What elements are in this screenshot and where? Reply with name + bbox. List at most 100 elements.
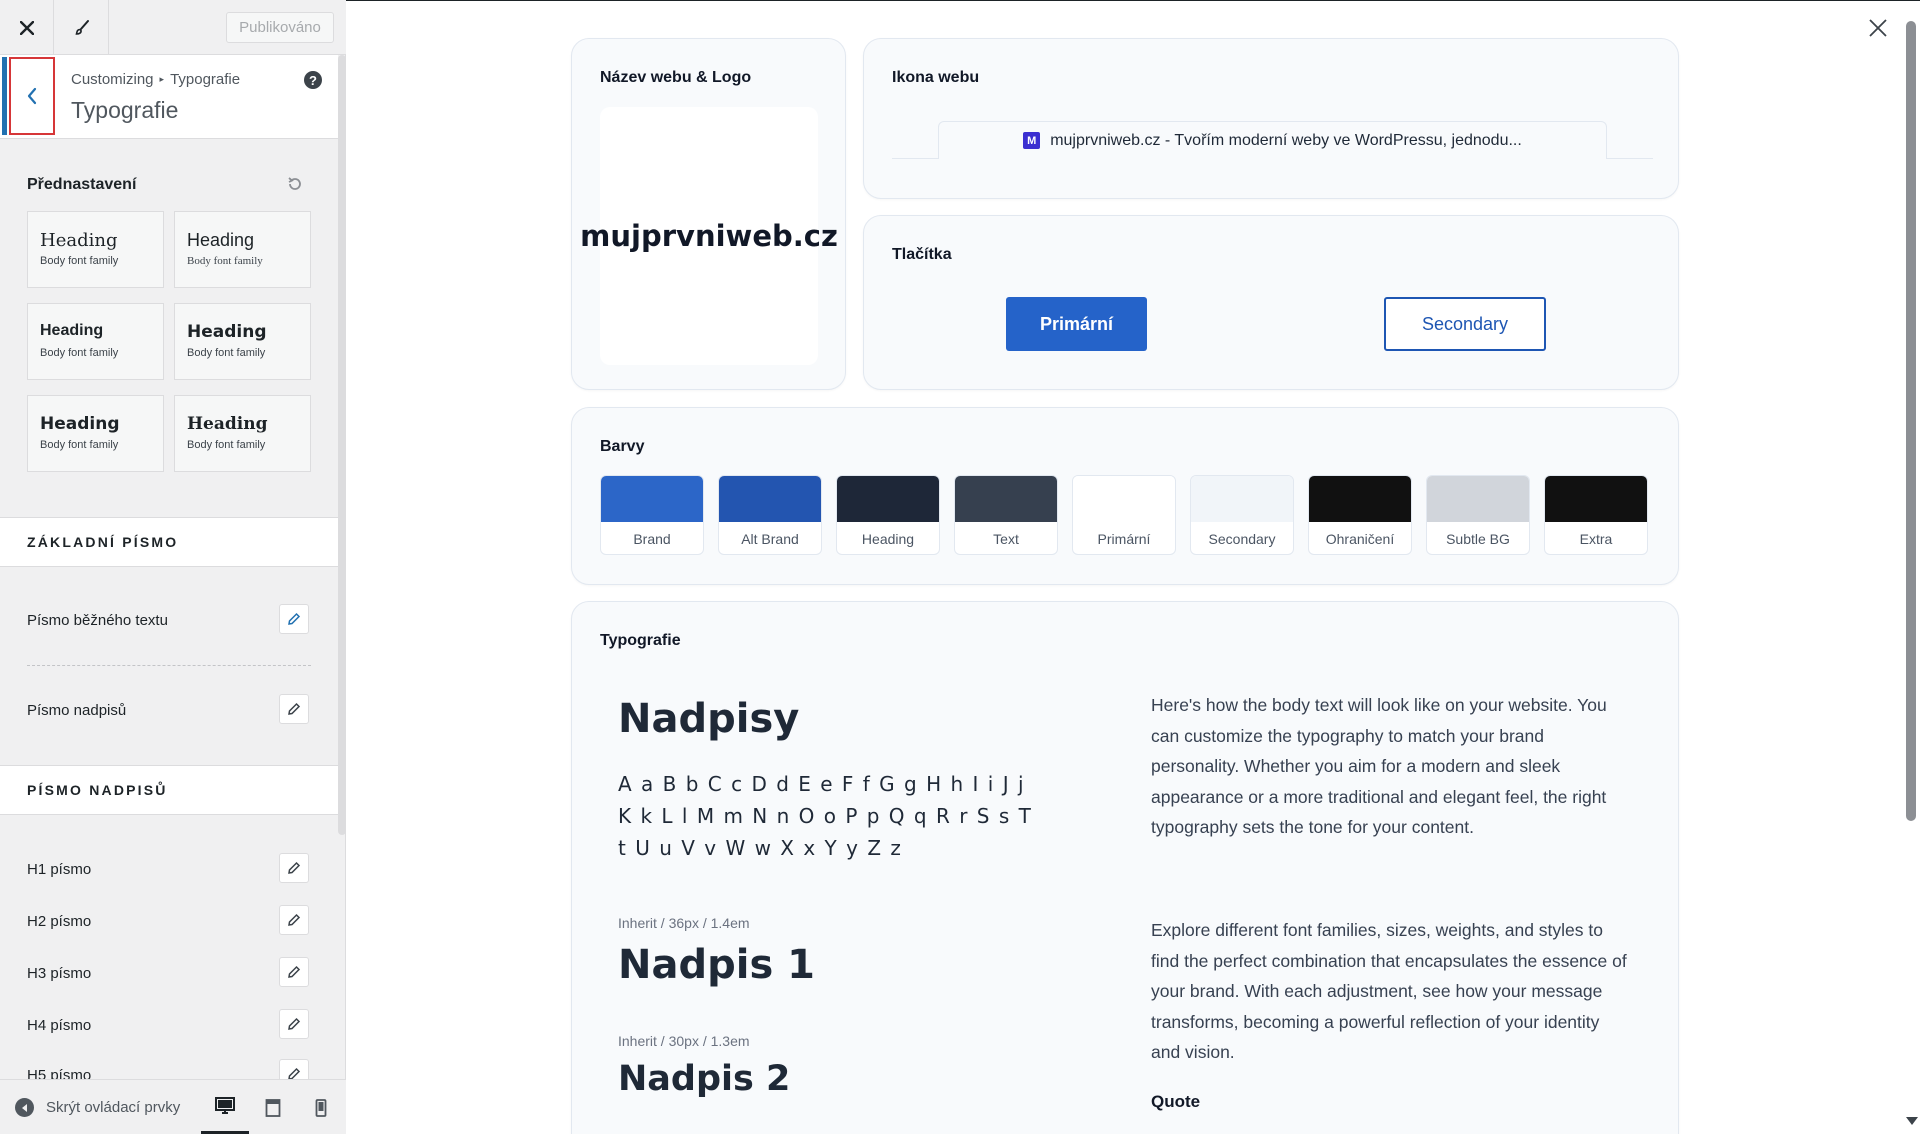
- pencil-icon: [288, 702, 301, 715]
- section-title: Typografie: [71, 97, 179, 123]
- breadcrumb-parent: Customizing: [71, 71, 154, 88]
- primary-button-sample[interactable]: Primární: [1006, 297, 1147, 351]
- heading-font-group-title: PÍSMO NADPISŮ: [0, 765, 338, 815]
- color-swatch-alt-brand[interactable]: Alt Brand: [718, 475, 822, 555]
- presets-title: Přednastavení: [27, 176, 137, 193]
- hide-controls-label[interactable]: Skrýt ovládací prvky: [46, 1099, 180, 1116]
- pencil-icon: [288, 1017, 301, 1030]
- preset-card[interactable]: Heading Body font family: [27, 303, 164, 380]
- color-swatch-border[interactable]: Ohraničení: [1308, 475, 1412, 555]
- tablet-preview-button[interactable]: [249, 1080, 297, 1134]
- typography-card-title: Typografie: [600, 632, 681, 649]
- site-logo: mujprvniweb.cz: [580, 107, 838, 365]
- color-swatch-subtle-bg[interactable]: Subtle BG: [1426, 475, 1530, 555]
- pencil-icon: [288, 1067, 301, 1079]
- h1-meta: Inherit / 36px / 1.4em: [618, 915, 750, 931]
- divider: [27, 665, 311, 666]
- h1-sample: Nadpis 1: [618, 942, 816, 988]
- reset-icon[interactable]: [286, 175, 304, 193]
- preset-card[interactable]: Heading Body font family: [174, 211, 311, 288]
- preview-scrollbar[interactable]: [1906, 21, 1916, 821]
- secondary-button-sample[interactable]: Secondary: [1384, 297, 1546, 351]
- preset-body: Body font family: [40, 255, 119, 267]
- color-swatch-text[interactable]: Text: [954, 475, 1058, 555]
- preset-heading: Heading: [40, 322, 104, 339]
- preset-card[interactable]: Heading Body font family: [174, 303, 311, 380]
- desktop-preview-button[interactable]: [201, 1080, 249, 1134]
- mobile-icon: [315, 1098, 327, 1117]
- customize-brush-button[interactable]: [55, 0, 109, 55]
- pencil-icon: [288, 965, 301, 978]
- edit-h4-font-button[interactable]: [279, 1009, 309, 1039]
- breadcrumb-current: Typografie: [170, 71, 241, 88]
- tab-baseline: [1607, 158, 1653, 159]
- site-icon-card: Ikona webu M mujprvniweb.cz - Tvořím mod…: [863, 38, 1679, 199]
- edit-h1-font-button[interactable]: [279, 853, 309, 883]
- body-font-label: Písmo běžného textu: [27, 612, 168, 629]
- buttons-card: Tlačítka Primární Secondary: [863, 215, 1679, 390]
- breadcrumb: Customizing ▸ Typografie: [71, 71, 240, 88]
- buttons-card-title: Tlačítka: [892, 246, 952, 263]
- back-button[interactable]: [2, 57, 55, 135]
- sidebar-panel[interactable]: Customizing ▸ Typografie Typografie ? Před…: [0, 55, 338, 1079]
- h1-font-label: H1 písmo: [27, 861, 92, 878]
- close-preview-icon[interactable]: [1867, 17, 1889, 39]
- edit-h3-font-button[interactable]: [279, 957, 309, 987]
- preset-body: Body font family: [187, 347, 266, 359]
- swatch-chip: [955, 476, 1057, 522]
- color-swatch-secondary[interactable]: Secondary: [1190, 475, 1294, 555]
- site-icon-card-title: Ikona webu: [892, 69, 980, 86]
- body-paragraph-2: Explore different font families, sizes, …: [1151, 920, 1627, 1062]
- favicon-icon: M: [1023, 132, 1041, 149]
- base-font-group-title: ZÁKLADNÍ PÍSMO: [0, 517, 338, 567]
- chevron-left-icon: [27, 87, 37, 105]
- color-swatch-brand[interactable]: Brand: [600, 475, 704, 555]
- swatch-label: Extra: [1579, 530, 1613, 547]
- h2-font-label: H2 písmo: [27, 913, 92, 930]
- edit-h5-font-button[interactable]: [279, 1059, 309, 1079]
- colors-card-title: Barvy: [600, 438, 645, 455]
- swatch-label: Text: [993, 530, 1019, 547]
- h4-font-label: H4 písmo: [27, 1017, 92, 1034]
- preset-body: Body font family: [40, 347, 119, 359]
- pencil-icon: [288, 913, 301, 926]
- swatch-chip: [601, 476, 703, 522]
- desktop-icon: [215, 1096, 235, 1114]
- sidebar-footer: Skrýt ovládací prvky: [0, 1079, 346, 1134]
- browser-tab-preview: M mujprvniweb.cz - Tvořím moderní weby v…: [938, 121, 1607, 159]
- preset-body: Body font family: [187, 439, 266, 451]
- swatch-chip: [1427, 476, 1529, 522]
- section-header: Customizing ▸ Typografie Typografie ?: [0, 55, 338, 139]
- preset-card[interactable]: Heading Body font family: [174, 395, 311, 472]
- heading-font-label: Písmo nadpisů: [27, 702, 127, 719]
- customizer-app: Publikováno Customizing ▸ Typografie Typog…: [0, 0, 1920, 1134]
- quote-label: Quote: [1151, 1092, 1201, 1111]
- color-swatch-extra[interactable]: Extra: [1544, 475, 1648, 555]
- preset-heading: Heading: [187, 230, 255, 250]
- mobile-preview-button[interactable]: [297, 1080, 345, 1134]
- publish-button[interactable]: Publikováno: [226, 12, 334, 43]
- preview-frame[interactable]: Název webu & Logo mujprvniweb.cz Ikona w…: [346, 0, 1920, 1134]
- sidebar-scrollbar[interactable]: [338, 55, 346, 835]
- preset-card[interactable]: Heading Body font family: [27, 395, 164, 472]
- colors-card: Barvy Brand Alt Brand Heading Text Primá…: [571, 407, 1679, 585]
- h2-meta: Inherit / 30px / 1.3em: [618, 1033, 750, 1049]
- browser-tab-title: mujprvniweb.cz - Tvořím moderní weby ve …: [1050, 131, 1522, 149]
- h5-font-label: H5 písmo: [27, 1067, 92, 1079]
- close-icon: [19, 20, 34, 35]
- collapse-icon[interactable]: [15, 1098, 34, 1117]
- help-icon[interactable]: ?: [304, 71, 322, 89]
- edit-body-font-button[interactable]: [279, 604, 309, 634]
- h3-font-label: H3 písmo: [27, 965, 92, 982]
- logo-card: Název webu & Logo mujprvniweb.cz: [571, 38, 846, 390]
- preset-card[interactable]: Heading Body font family: [27, 211, 164, 288]
- swatch-chip: [1073, 476, 1175, 522]
- color-swatch-primary[interactable]: Primární: [1072, 475, 1176, 555]
- close-customizer-button[interactable]: [0, 0, 54, 55]
- swatch-label: Brand: [633, 530, 671, 547]
- swatch-chip: [837, 476, 939, 522]
- edit-heading-font-button[interactable]: [279, 694, 309, 724]
- edit-h2-font-button[interactable]: [279, 905, 309, 935]
- color-swatch-heading[interactable]: Heading: [836, 475, 940, 555]
- scroll-down-arrow-icon[interactable]: [1906, 1117, 1918, 1125]
